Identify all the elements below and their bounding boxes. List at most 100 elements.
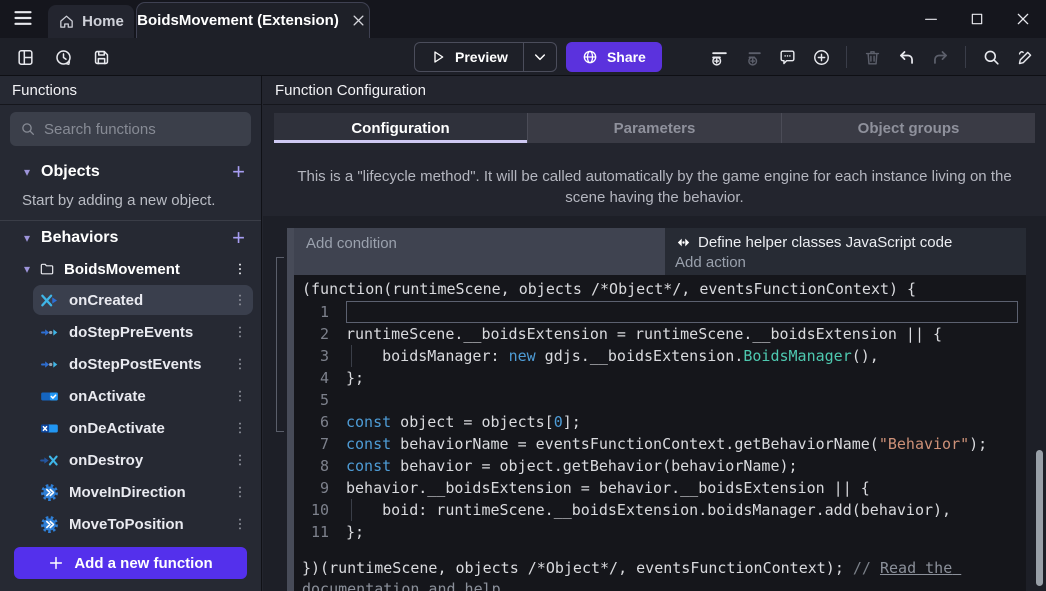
kebab-menu-icon[interactable]: [231, 259, 249, 279]
code-line-11[interactable]: 11};: [294, 521, 1026, 543]
code-line-8[interactable]: 8const behavior = object.getBehavior(beh…: [294, 455, 1026, 477]
code-line-9[interactable]: 9behavior.__boidsExtension = behavior.__…: [294, 477, 1026, 499]
function-item-onCreated[interactable]: onCreated: [0, 284, 261, 316]
line-number: 1: [294, 301, 346, 323]
code-token: object = objects[: [391, 413, 554, 431]
function-item-doStepPreEvents[interactable]: doStepPreEvents: [0, 316, 261, 348]
chevron-down-icon: ▾: [24, 262, 30, 276]
kebab-menu-icon[interactable]: [231, 514, 249, 534]
event-drag-handle[interactable]: [287, 228, 294, 591]
line-content: [346, 301, 1018, 323]
code-token: (),: [852, 347, 879, 365]
code-token: runtimeScene.__boidsExtension = runtimeS…: [346, 325, 942, 343]
add-action-button[interactable]: Add action: [675, 253, 1016, 272]
tab-extension[interactable]: BoidsMovement (Extension): [136, 2, 370, 38]
add-comment-button[interactable]: [772, 42, 802, 72]
behavior-folder-boidsmovement[interactable]: ▾ BoidsMovement: [0, 256, 261, 282]
line-content: [346, 389, 1018, 411]
history-button[interactable]: [48, 42, 78, 72]
code-token: boidsManager:: [346, 347, 509, 365]
tab-parameters[interactable]: Parameters: [528, 113, 782, 143]
code-line-2[interactable]: 2runtimeScene.__boidsExtension = runtime…: [294, 323, 1026, 345]
code-token: const: [346, 457, 391, 475]
function-item-doStepPostEvents[interactable]: doStepPostEvents: [0, 348, 261, 380]
tab-configuration[interactable]: Configuration: [274, 113, 528, 143]
tab-close-button[interactable]: [349, 11, 369, 31]
tab-home[interactable]: Home: [48, 5, 134, 38]
toolbar-center: Preview Share: [414, 42, 662, 72]
js-code-editor[interactable]: (function(runtimeScene, objects /*Object…: [294, 275, 1026, 591]
function-item-MoveInDirection[interactable]: MoveInDirection: [0, 476, 261, 508]
line-number: 8: [294, 455, 346, 477]
line-content: behavior.__boidsExtension = behavior.__b…: [346, 477, 1018, 499]
window-maximize-button[interactable]: [954, 0, 1000, 38]
undo-button[interactable]: [891, 42, 921, 72]
project-manager-button[interactable]: [10, 42, 40, 72]
kebab-menu-icon[interactable]: [231, 386, 249, 406]
add-function-button[interactable]: Add a new function: [14, 547, 247, 579]
code-token: BoidsManager: [743, 347, 851, 365]
kebab-menu-icon[interactable]: [231, 450, 249, 470]
add-object-button[interactable]: +: [228, 162, 249, 182]
fn-created-icon: [40, 291, 59, 310]
cursor-line-box: [346, 301, 1018, 323]
code-token: gdjs.__boidsExtension.: [536, 347, 744, 365]
fn-step-icon: [40, 355, 59, 374]
code-token: const: [346, 413, 391, 431]
code-line-5[interactable]: 5: [294, 389, 1026, 411]
code-line-3[interactable]: 3 boidsManager: new gdjs.__boidsExtensio…: [294, 345, 1026, 367]
line-content: const object = objects[0];: [346, 411, 1018, 433]
line-number: 9: [294, 477, 346, 499]
function-item-onActivate[interactable]: onActivate: [0, 380, 261, 412]
code-line-10[interactable]: 10 boid: runtimeScene.__boidsExtension.b…: [294, 499, 1026, 521]
function-list: onCreateddoStepPreEventsdoStepPostEvents…: [0, 284, 261, 540]
add-event-button[interactable]: [704, 42, 734, 72]
preview-options-button[interactable]: [523, 43, 556, 71]
code-line-4[interactable]: 4};: [294, 367, 1026, 389]
event-selection-indicator: [276, 257, 284, 432]
line-number: 6: [294, 411, 346, 433]
code-token: behaviorName = eventsFunctionContext.get…: [391, 435, 879, 453]
behaviors-section-header[interactable]: ▾ Behaviors +: [0, 224, 261, 252]
window-close-button[interactable]: [1000, 0, 1046, 38]
add-behavior-button[interactable]: +: [228, 228, 249, 248]
share-button[interactable]: Share: [566, 42, 662, 72]
main-menu-button[interactable]: [9, 8, 37, 30]
line-content: };: [346, 367, 1018, 389]
maximize-icon: [969, 11, 985, 27]
indent-guide: [351, 499, 352, 521]
fn-step-icon: [40, 323, 59, 342]
search-button[interactable]: [976, 42, 1006, 72]
add-condition-button[interactable]: Add condition: [294, 228, 665, 275]
kebab-menu-icon[interactable]: [231, 354, 249, 374]
vertical-scrollbar[interactable]: [1036, 450, 1043, 586]
folder-label: BoidsMovement: [64, 261, 222, 278]
play-icon: [430, 49, 446, 65]
edit-extension-button[interactable]: [1010, 42, 1040, 72]
function-item-MoveToPosition[interactable]: MoveToPosition: [0, 508, 261, 540]
history-icon: [54, 48, 73, 67]
code-line-6[interactable]: 6const object = objects[0];: [294, 411, 1026, 433]
kebab-menu-icon[interactable]: [231, 418, 249, 438]
kebab-menu-icon[interactable]: [231, 322, 249, 342]
line-content: boid: runtimeScene.__boidsExtension.boid…: [346, 499, 1018, 521]
save-button[interactable]: [86, 42, 116, 72]
code-token: );: [969, 435, 987, 453]
add-circle-button[interactable]: [806, 42, 836, 72]
function-item-onDeActivate[interactable]: onDeActivate: [0, 412, 261, 444]
code-token: //: [853, 559, 880, 577]
kebab-menu-icon[interactable]: [231, 482, 249, 502]
search-functions-input[interactable]: [44, 121, 243, 138]
line-content: runtimeScene.__boidsExtension = runtimeS…: [346, 323, 1018, 345]
configuration-tabs: ConfigurationParametersObject groups: [274, 113, 1035, 143]
add-subevent-icon: [744, 48, 763, 67]
code-line-7[interactable]: 7const behaviorName = eventsFunctionCont…: [294, 433, 1026, 455]
window-minimize-button[interactable]: [908, 0, 954, 38]
preview-button[interactable]: Preview: [415, 43, 523, 71]
code-token: new: [509, 347, 536, 365]
objects-section-header[interactable]: ▾ Objects +: [0, 158, 261, 186]
code-line-1[interactable]: 1: [294, 301, 1026, 323]
tab-object-groups[interactable]: Object groups: [782, 113, 1035, 143]
kebab-menu-icon[interactable]: [231, 290, 249, 310]
function-item-onDestroy[interactable]: onDestroy: [0, 444, 261, 476]
